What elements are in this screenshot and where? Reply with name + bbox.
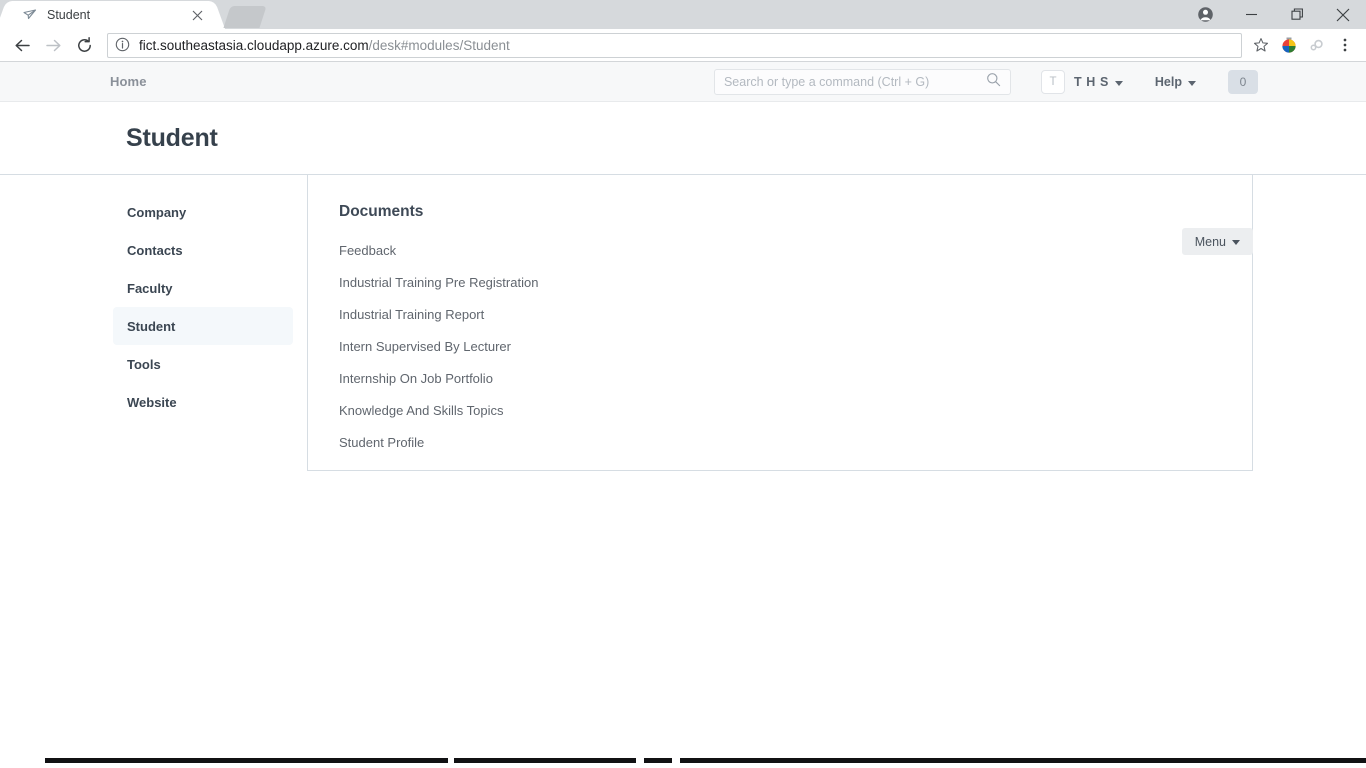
help-menu-label: Help: [1154, 75, 1182, 89]
chevron-down-icon: [1232, 240, 1240, 245]
document-link-industrial-training-pre-registration[interactable]: Industrial Training Pre Registration: [339, 275, 538, 290]
taskbar-edge: [0, 758, 1366, 763]
three-dot-menu-icon[interactable]: [1332, 32, 1358, 58]
document-link-intern-supervised-by-lecturer[interactable]: Intern Supervised By Lecturer: [339, 339, 511, 354]
document-link-feedback[interactable]: Feedback: [339, 243, 396, 258]
documents-card: Documents Feedback Industrial Training P…: [307, 175, 1253, 471]
close-icon[interactable]: [189, 7, 205, 23]
browser-tabstrip: Student: [0, 0, 1366, 29]
chevron-down-icon: [1188, 80, 1196, 86]
sidebar-item-website[interactable]: Website: [113, 383, 293, 421]
chevron-down-icon: [1114, 80, 1123, 86]
sidebar-item-label: Student: [127, 318, 176, 334]
sidebar-item-contacts[interactable]: Contacts: [113, 231, 293, 269]
search-input[interactable]: [723, 75, 986, 89]
page-title: Student: [126, 123, 218, 152]
document-link-student-profile[interactable]: Student Profile: [339, 435, 424, 450]
browser-tab-title: Student: [47, 8, 91, 22]
browser-toolbar: fict.southeastasia.cloudapp.azure.com/de…: [0, 29, 1366, 62]
sidebar-item-label: Company: [127, 204, 187, 220]
sidebar-item-tools[interactable]: Tools: [113, 345, 293, 383]
app-navbar: Home T T H S Help 0: [0, 62, 1366, 102]
documents-heading: Documents: [339, 203, 424, 220]
page-title-area: Student Menu: [0, 102, 1366, 255]
sidebar-item-label: Website: [127, 394, 177, 410]
sidebar-item-label: Contacts: [127, 242, 183, 258]
url-path: /desk#modules/Student: [368, 37, 510, 53]
user-menu-label: T H S: [1073, 75, 1109, 89]
window-controls: [1182, 0, 1366, 29]
sidebar-item-student[interactable]: Student: [113, 307, 293, 345]
user-menu[interactable]: T H S: [1074, 75, 1123, 89]
back-arrow-icon[interactable]: [8, 31, 36, 59]
search-icon[interactable]: [986, 72, 1001, 92]
web-page: Home T T H S Help 0: [0, 62, 1366, 763]
star-icon[interactable]: [1248, 32, 1274, 58]
profile-icon[interactable]: [1182, 0, 1228, 29]
nav-home-link[interactable]: Home: [110, 74, 147, 89]
menu-button[interactable]: Menu: [1181, 228, 1253, 255]
navbar-right-group: T T H S Help 0: [713, 62, 1366, 102]
new-tab-button[interactable]: [223, 6, 267, 28]
reload-icon[interactable]: [70, 31, 98, 59]
gear-extension-icon[interactable]: [1304, 32, 1330, 58]
sidebar-item-label: Tools: [127, 356, 161, 372]
forward-arrow-icon: [39, 31, 67, 59]
document-link-industrial-training-report[interactable]: Industrial Training Report: [339, 307, 484, 322]
avatar[interactable]: T: [1040, 70, 1065, 94]
browser-tab[interactable]: Student: [8, 1, 213, 29]
document-link-knowledge-and-skills-topics[interactable]: Knowledge And Skills Topics: [339, 403, 504, 418]
document-link-internship-on-job-portfolio[interactable]: Internship On Job Portfolio: [339, 371, 493, 386]
site-info-icon[interactable]: [115, 37, 131, 53]
minimize-icon[interactable]: [1228, 0, 1274, 29]
search-box[interactable]: [713, 69, 1011, 95]
paper-plane-icon: [22, 7, 38, 23]
help-menu[interactable]: Help: [1155, 75, 1196, 89]
maximize-restore-icon[interactable]: [1274, 0, 1320, 29]
address-bar[interactable]: fict.southeastasia.cloudapp.azure.com/de…: [107, 32, 1242, 58]
browser-chrome: Student fict.southeastasia.cloudapp.azur…: [0, 0, 1366, 62]
window-close-icon[interactable]: [1320, 0, 1366, 29]
color-wheel-extension-icon[interactable]: [1276, 32, 1302, 58]
menu-button-label: Menu: [1194, 234, 1226, 249]
url-domain: fict.southeastasia.cloudapp.azure.com: [139, 37, 369, 53]
page-body: Company Contacts Faculty Student Tools W…: [0, 174, 1366, 471]
notification-badge[interactable]: 0: [1228, 70, 1258, 94]
sidebar-item-faculty[interactable]: Faculty: [113, 269, 293, 307]
sidebar-item-label: Faculty: [127, 280, 173, 296]
sidebar-item-company[interactable]: Company: [113, 193, 293, 231]
sidebar: Company Contacts Faculty Student Tools W…: [0, 175, 307, 471]
